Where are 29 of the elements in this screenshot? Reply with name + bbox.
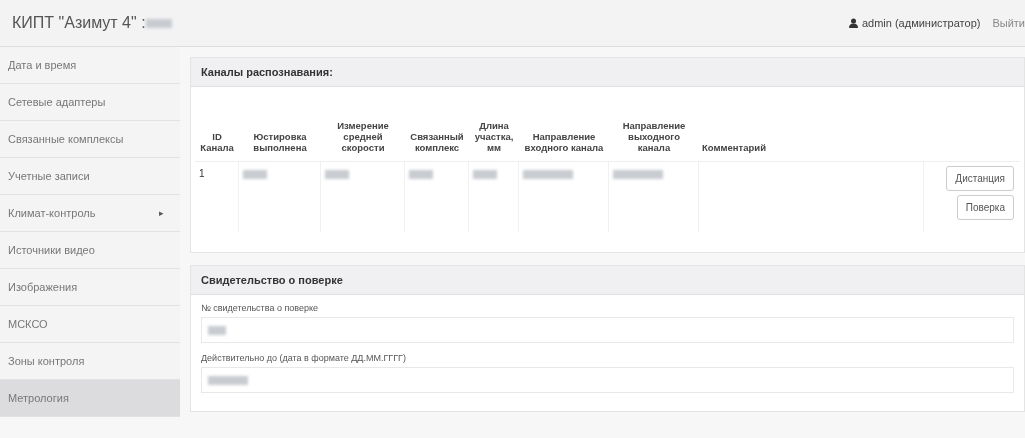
panel-title: Свидетельство о поверке: [191, 266, 1024, 295]
blurred-value: [409, 169, 433, 179]
column-header: Направление входного канала: [519, 93, 609, 162]
field-label: Действительно до (дата в формате ДД.ММ.ГГГГ): [201, 353, 407, 363]
logout-link[interactable]: Выйти: [992, 17, 1025, 29]
table-cell: 1: [199, 168, 205, 179]
arrow-icon: ▸: [159, 208, 164, 218]
sidebar-item[interactable]: Метрология: [0, 380, 180, 417]
user-name: admin (администратор): [848, 17, 981, 29]
column-header: ID Канала: [195, 93, 239, 162]
column-header: Юстировка выполнена: [239, 93, 321, 162]
column-header: Связанный комплекс: [405, 93, 469, 162]
blurred-value: [473, 169, 497, 179]
column-header: Комментарий: [699, 93, 924, 162]
blurred-value: [613, 169, 663, 179]
field-label: № свидетельства о поверке: [201, 303, 320, 313]
column-header: Длина участка, мм: [469, 93, 519, 162]
user-icon: [848, 18, 858, 28]
panel-title: Каналы распознавания:: [191, 58, 1024, 87]
action-button[interactable]: Поверка: [956, 195, 1014, 220]
blurred-value: [243, 169, 267, 179]
column-header: Направление выходного канала: [609, 93, 699, 162]
input-field[interactable]: [201, 317, 1014, 343]
column-header: Измерение средней скорости: [321, 93, 405, 162]
app-title: КИПТ "Азимут 4" :: [12, 14, 146, 32]
action-button[interactable]: Дистанция: [946, 166, 1014, 191]
blurred-value: [523, 169, 573, 179]
input-field[interactable]: [201, 367, 1014, 393]
blurred-value: [325, 169, 349, 179]
